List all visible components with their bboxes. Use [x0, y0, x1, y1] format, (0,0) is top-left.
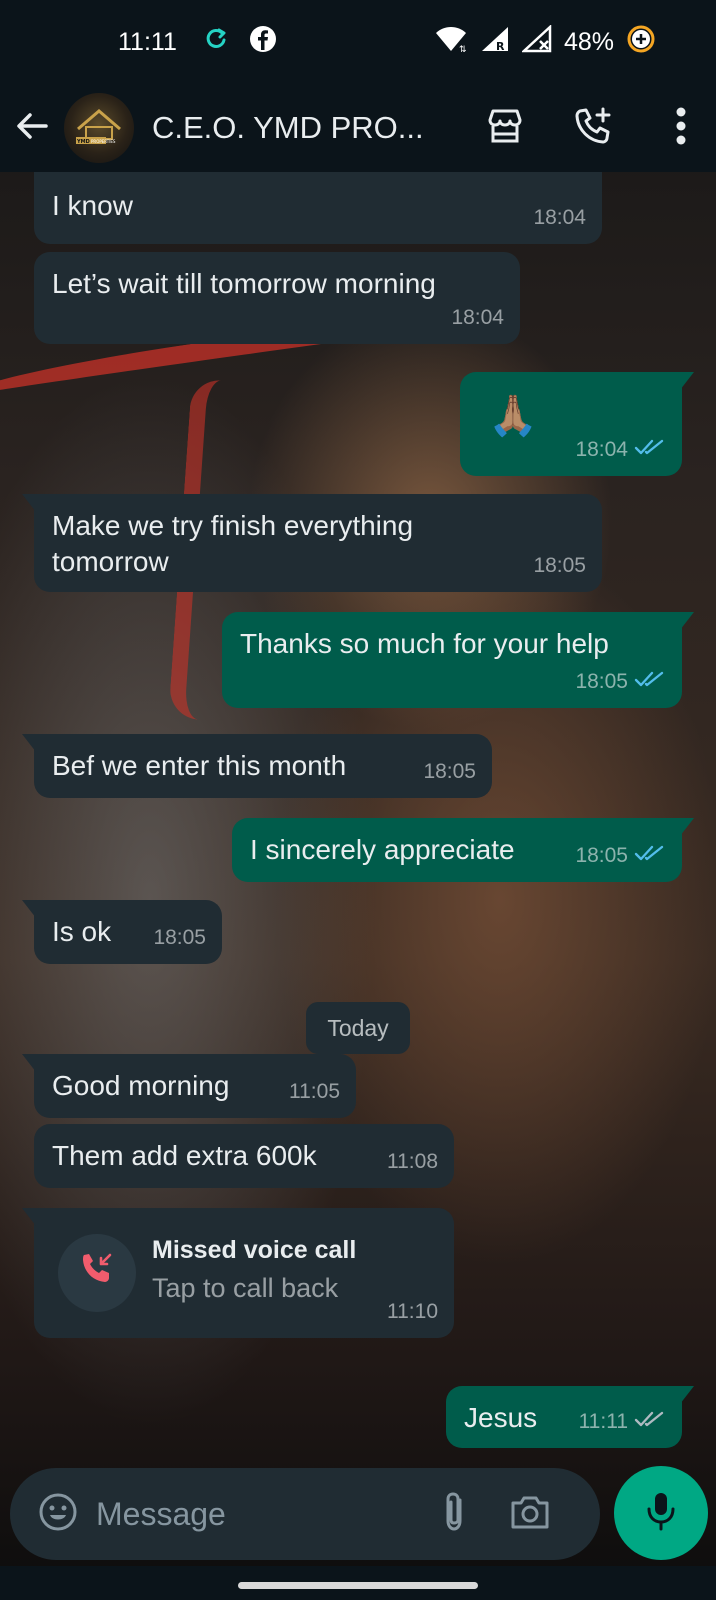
camera-icon	[509, 1493, 551, 1536]
microphone-icon	[644, 1490, 678, 1537]
outgoing-message[interactable]: Jesus 11:11	[446, 1386, 694, 1448]
back-arrow-icon	[14, 108, 50, 149]
message-time: 18:05	[575, 844, 628, 867]
facebook-icon	[249, 25, 277, 60]
message-text: Make we try finish everything tomorrow	[52, 510, 414, 577]
outgoing-message[interactable]: I sincerely appreciate 18:05	[232, 818, 694, 882]
gesture-handle[interactable]	[238, 1582, 478, 1589]
message-text: Thanks so much for your help	[240, 628, 609, 659]
incoming-message[interactable]: Bef we enter this month 18:05	[22, 734, 492, 798]
status-bar: 11:11 ⇅ R 48%	[0, 0, 716, 84]
signal-no-service-icon	[520, 23, 552, 60]
message-text: I know	[52, 190, 133, 221]
more-vert-icon	[675, 106, 687, 151]
message-text: Them add extra 600k	[52, 1140, 317, 1171]
message-time: 18:05	[575, 670, 628, 693]
more-options-button[interactable]	[646, 93, 716, 163]
message-text: Let’s wait till tomorrow morning	[52, 268, 436, 299]
message-time: 11:05	[289, 1080, 340, 1103]
message-time: 11:11	[578, 1410, 628, 1433]
outgoing-message[interactable]: Thanks so much for your help 18:05	[222, 612, 694, 708]
message-time: 11:10	[387, 1300, 438, 1323]
voice-message-button[interactable]	[614, 1466, 708, 1560]
message-emoji: 🙏🏽	[488, 394, 538, 438]
message-time: 18:04	[533, 206, 586, 229]
read-receipt-icon	[634, 432, 666, 468]
catalog-button[interactable]	[470, 93, 540, 163]
ymd-logo: YMD PROPERTIES	[76, 109, 121, 145]
paperclip-icon	[439, 1490, 469, 1539]
outgoing-message[interactable]: 🙏🏽 18:04	[460, 372, 694, 476]
message-time: 18:05	[153, 926, 206, 949]
battery-text: 48%	[563, 27, 614, 56]
message-time: 18:05	[533, 554, 586, 577]
missed-call-message[interactable]: Missed voice call Tap to call back 11:10	[22, 1208, 454, 1338]
incoming-message[interactable]: Make we try finish everything tomorrow 1…	[22, 494, 602, 592]
message-text: I sincerely appreciate	[250, 834, 515, 865]
message-text: Is ok	[52, 916, 112, 947]
message-time: 18:05	[423, 760, 476, 783]
incoming-message[interactable]: Them add extra 600k 11:08	[34, 1124, 454, 1188]
date-separator: Today	[306, 1002, 410, 1054]
battery-saver-icon	[626, 24, 656, 61]
add-call-icon	[572, 105, 614, 152]
back-button[interactable]	[0, 96, 64, 160]
missed-call-icon	[79, 1251, 115, 1296]
delivered-receipt-icon	[634, 1404, 666, 1440]
missed-call-title: Missed voice call	[152, 1236, 357, 1264]
svg-text:⇅: ⇅	[459, 45, 467, 53]
chat-header: YMD PROPERTIES C.E.O. YMD PRO...	[0, 84, 716, 172]
incoming-message[interactable]: Good morning 11:05	[22, 1054, 356, 1118]
add-call-button[interactable]	[558, 93, 628, 163]
message-text: Jesus	[464, 1402, 538, 1433]
emoji-button[interactable]	[30, 1486, 86, 1542]
message-time: 18:04	[451, 306, 504, 329]
svg-text:R: R	[496, 40, 505, 53]
store-icon	[485, 106, 525, 151]
incoming-message[interactable]: Let’s wait till tomorrow morning 18:04	[34, 252, 520, 344]
read-receipt-icon	[634, 838, 666, 874]
attach-button[interactable]	[426, 1486, 482, 1542]
message-text: Bef we enter this month	[52, 750, 347, 781]
signal-roaming-icon: R	[480, 25, 510, 60]
read-receipt-icon	[634, 664, 666, 700]
incoming-message[interactable]: I know 18:04	[34, 172, 602, 244]
sync-icon	[203, 26, 229, 59]
message-time: 11:08	[387, 1150, 438, 1173]
message-input[interactable]	[96, 1484, 426, 1544]
message-list[interactable]: I know 18:04 Let’s wait till tomorrow mo…	[0, 172, 716, 1462]
incoming-message[interactable]: Is ok 18:05	[22, 900, 222, 964]
svg-text:YMD: YMD	[76, 139, 90, 145]
message-time: 18:04	[575, 438, 628, 461]
composer-bar	[10, 1468, 600, 1560]
emoji-icon	[38, 1492, 78, 1537]
status-time: 11:11	[118, 27, 177, 56]
missed-call-subtitle[interactable]: Tap to call back	[152, 1270, 338, 1306]
contact-name[interactable]: C.E.O. YMD PRO...	[152, 110, 442, 146]
svg-text:PROPERTIES: PROPERTIES	[91, 139, 116, 144]
contact-avatar[interactable]: YMD PROPERTIES	[64, 93, 134, 163]
wifi-icon: ⇅	[434, 25, 468, 60]
missed-call-badge	[58, 1234, 136, 1312]
camera-button[interactable]	[502, 1486, 558, 1542]
message-text: Good morning	[52, 1070, 230, 1101]
